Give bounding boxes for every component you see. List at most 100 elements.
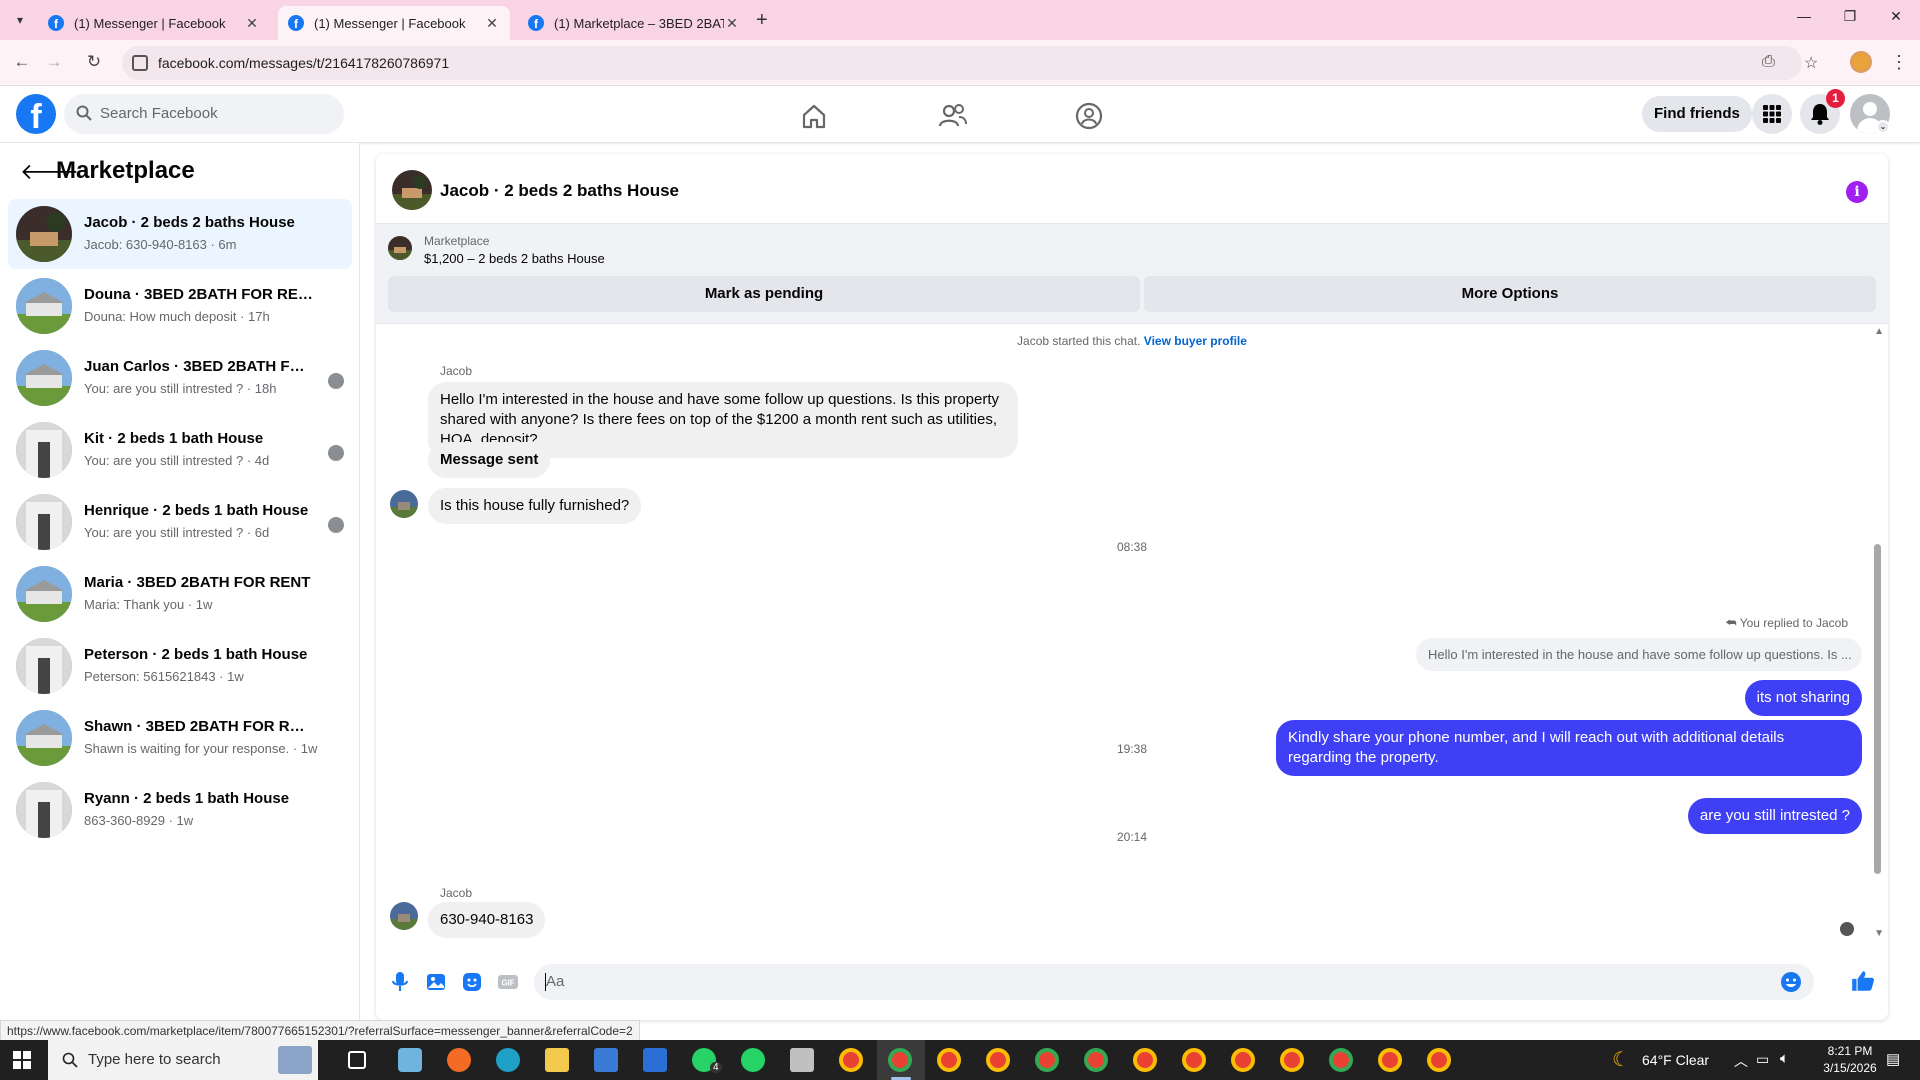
taskbar-clock[interactable]: 8:21 PM 3/15/2026 bbox=[1820, 1043, 1880, 1077]
quoted-reply-bubble[interactable]: Hello I'm interested in the house and ha… bbox=[1416, 638, 1862, 671]
chrome-app-icon[interactable] bbox=[937, 1048, 961, 1072]
close-tab-icon[interactable]: ✕ bbox=[244, 15, 260, 32]
account-chevron-down-icon[interactable]: ⌄ bbox=[1876, 120, 1890, 134]
conversation-preview: Douna: How much deposit · 17h bbox=[84, 309, 270, 324]
weather-text[interactable]: 64°F Clear bbox=[1642, 1052, 1709, 1080]
close-window-icon[interactable]: ✕ bbox=[1884, 8, 1908, 25]
close-tab-icon[interactable]: ✕ bbox=[484, 15, 500, 32]
chrome-app-icon[interactable] bbox=[1329, 1048, 1353, 1072]
sender-avatar[interactable] bbox=[390, 490, 418, 518]
new-tab-plus-icon[interactable]: + bbox=[756, 9, 768, 32]
back-arrow-icon[interactable]: ← bbox=[10, 52, 34, 72]
whatsapp-app-icon[interactable] bbox=[741, 1048, 765, 1072]
scrollbar-thumb[interactable] bbox=[1874, 544, 1881, 874]
conversation-item[interactable]: Douna · 3BED 2BATH FOR RENT Douna: How mu… bbox=[8, 271, 352, 341]
find-friends-button[interactable]: Find friends bbox=[1642, 96, 1752, 132]
conversation-item[interactable]: Peterson · 2 beds 1 bath House Peterson: … bbox=[8, 631, 352, 701]
outgoing-message-bubble[interactable]: are you still intrested ? bbox=[1687, 798, 1862, 834]
sender-avatar[interactable] bbox=[390, 902, 418, 930]
chrome-app-icon[interactable] bbox=[1182, 1048, 1206, 1072]
firefox-app-icon[interactable] bbox=[447, 1048, 471, 1072]
conversation-item[interactable]: Henrique · 2 beds 1 bath House You: are y… bbox=[8, 487, 352, 557]
install-app-icon[interactable]: ⎙ bbox=[1762, 53, 1775, 71]
marketplace-listing-banner[interactable]: Marketplace $1,200 – 2 beds 2 baths Hous… bbox=[376, 224, 1888, 324]
close-tab-icon[interactable]: ✕ bbox=[724, 15, 740, 32]
scroll-up-arrow-icon[interactable]: ▲ bbox=[1874, 326, 1884, 337]
notification-center-icon[interactable]: ▤ bbox=[1886, 1050, 1900, 1080]
tab-search-chevron-icon[interactable]: ▾ bbox=[8, 8, 32, 32]
volume-icon[interactable]: 🔈︎ bbox=[1780, 1050, 1789, 1080]
reload-icon[interactable]: ↻ bbox=[82, 52, 106, 72]
network-icon[interactable]: ▭ bbox=[1756, 1051, 1769, 1080]
forward-arrow-icon[interactable]: → bbox=[42, 52, 66, 72]
mark-as-pending-button[interactable]: Mark as pending bbox=[388, 276, 1140, 312]
friends-icon[interactable] bbox=[937, 100, 969, 132]
chrome-app-icon[interactable] bbox=[888, 1048, 912, 1072]
contact-avatar[interactable] bbox=[392, 170, 432, 210]
browser-menu-kebab-icon[interactable]: ⋮ bbox=[1890, 52, 1908, 73]
minimize-icon[interactable]: — bbox=[1792, 8, 1816, 24]
thumbs-up-icon[interactable] bbox=[1850, 968, 1876, 994]
groups-icon[interactable] bbox=[1073, 100, 1105, 132]
chrome-app-icon[interactable] bbox=[1133, 1048, 1157, 1072]
windows-start-icon[interactable] bbox=[13, 1051, 31, 1069]
store-app-icon[interactable] bbox=[594, 1048, 618, 1072]
microphone-icon[interactable] bbox=[388, 970, 412, 994]
conversation-item[interactable]: Kit · 2 beds 1 bath House You: are you st… bbox=[8, 415, 352, 485]
chrome-app-icon[interactable] bbox=[1280, 1048, 1304, 1072]
conversation-item[interactable]: Juan Carlos · 3BED 2BATH FOR ... You: are… bbox=[8, 343, 352, 413]
timestamp: 08:38 bbox=[1116, 540, 1148, 554]
message-input[interactable]: Aa bbox=[534, 964, 1814, 1000]
restore-icon[interactable]: ❐ bbox=[1838, 8, 1862, 25]
chrome-app-icon[interactable] bbox=[839, 1048, 863, 1072]
conversation-item[interactable]: Jacob · 2 beds 2 baths House Jacob: 630-9… bbox=[8, 199, 352, 269]
conversation-item[interactable]: Maria · 3BED 2BATH FOR RENT Maria: Thank … bbox=[8, 559, 352, 629]
more-options-button[interactable]: More Options bbox=[1144, 276, 1876, 312]
menu-grid-button[interactable] bbox=[1752, 94, 1792, 134]
chrome-app-icon[interactable] bbox=[986, 1048, 1010, 1072]
chrome-app-icon[interactable] bbox=[1378, 1048, 1402, 1072]
outgoing-message-bubble[interactable]: its not sharing bbox=[1744, 680, 1862, 716]
conversation-preview: Peterson: 5615621843 · 1w bbox=[84, 669, 244, 684]
bookmark-star-icon[interactable]: ☆ bbox=[1804, 53, 1818, 73]
view-buyer-profile-link[interactable]: View buyer profile bbox=[1144, 334, 1247, 348]
scroll-down-arrow-icon[interactable]: ▼ bbox=[1874, 928, 1884, 939]
chrome-app-icon[interactable] bbox=[1231, 1048, 1255, 1072]
task-view-icon[interactable] bbox=[348, 1051, 366, 1069]
home-icon[interactable] bbox=[798, 100, 830, 132]
facebook-search-input[interactable]: Search Facebook bbox=[64, 94, 344, 134]
outlook-app-icon[interactable] bbox=[643, 1048, 667, 1072]
app-icon[interactable] bbox=[790, 1048, 814, 1072]
timestamp: 19:38 bbox=[1116, 742, 1148, 756]
facebook-favicon-icon: f bbox=[48, 15, 64, 31]
show-hidden-icons-chevron-icon[interactable]: ︿ bbox=[1734, 1051, 1748, 1080]
browser-tab-messenger-1[interactable]: f (1) Messenger | Facebook ✕ bbox=[38, 6, 270, 40]
listing-thumbnail bbox=[16, 206, 72, 262]
info-icon[interactable]: i bbox=[1846, 181, 1868, 203]
chrome-app-icon[interactable] bbox=[1427, 1048, 1451, 1072]
grid-icon bbox=[1763, 105, 1781, 123]
incoming-message-bubble[interactable]: Is this house fully furnished? bbox=[428, 488, 642, 524]
incoming-message-bubble[interactable]: 630-940-8163 bbox=[428, 902, 546, 938]
emoji-icon[interactable] bbox=[1780, 971, 1802, 993]
chat-title[interactable]: Jacob · 2 beds 2 baths House bbox=[440, 181, 679, 201]
browser-tab-marketplace[interactable]: f (1) Marketplace – 3BED 2BATH ✕ bbox=[518, 6, 750, 40]
edge-app-icon[interactable] bbox=[496, 1048, 520, 1072]
facebook-logo-icon[interactable]: f bbox=[16, 94, 56, 134]
conversation-item[interactable]: Ryann · 2 beds 1 bath House 863-360-8929 … bbox=[8, 775, 352, 845]
chrome-app-icon[interactable] bbox=[1084, 1048, 1108, 1072]
url-omnibox[interactable]: facebook.com/messages/t/2164178260786971… bbox=[122, 46, 1818, 80]
browser-tab-messenger-2[interactable]: f (1) Messenger | Facebook ✕ bbox=[278, 6, 510, 40]
sticker-icon[interactable] bbox=[460, 970, 484, 994]
incoming-message-bubble[interactable]: Message sent bbox=[428, 442, 551, 478]
weather-moon-icon[interactable]: ☾ bbox=[1612, 1047, 1630, 1080]
chrome-app-icon[interactable] bbox=[1035, 1048, 1059, 1072]
notepad-app-icon[interactable] bbox=[398, 1048, 422, 1072]
gif-icon[interactable]: GIF bbox=[496, 970, 520, 994]
conversation-item[interactable]: Shawn · 3BED 2BATH FOR RENT Shawn is wait… bbox=[8, 703, 352, 773]
photo-icon[interactable] bbox=[424, 970, 448, 994]
file-explorer-icon[interactable] bbox=[545, 1048, 569, 1072]
browser-profile-avatar[interactable] bbox=[1850, 51, 1872, 73]
site-info-icon[interactable] bbox=[132, 55, 148, 71]
taskbar-search-box[interactable]: Type here to search bbox=[48, 1040, 318, 1080]
